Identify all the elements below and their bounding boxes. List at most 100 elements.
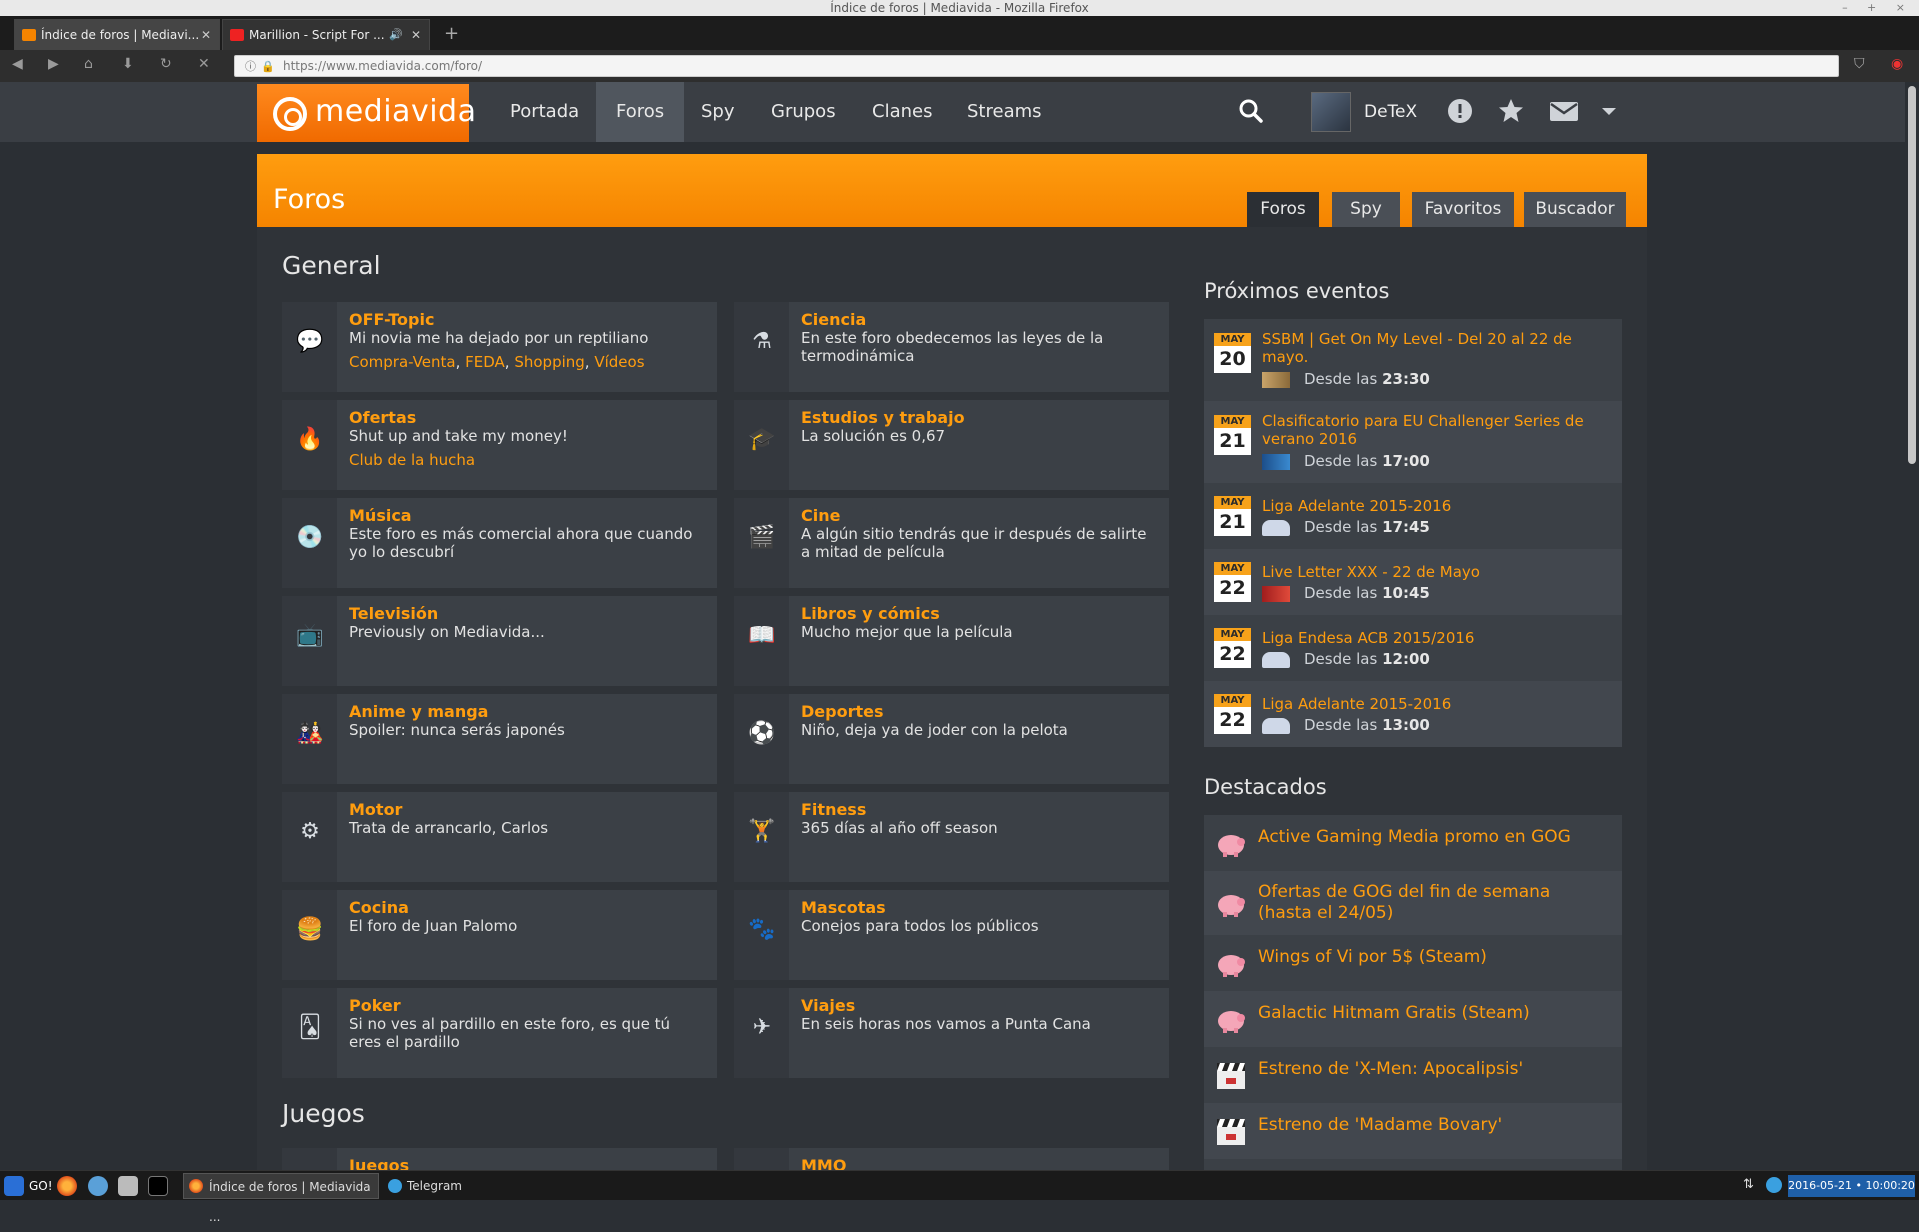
back-icon[interactable]: ◀ bbox=[12, 56, 23, 72]
event-title[interactable]: Liga Endesa ACB 2015/2016 bbox=[1262, 629, 1607, 647]
forum-title[interactable]: Motor bbox=[349, 800, 402, 819]
messages-envelope-icon[interactable] bbox=[1549, 98, 1579, 124]
subforum-link[interactable]: Vídeos bbox=[594, 353, 644, 371]
telegram-tray-icon[interactable] bbox=[1766, 1177, 1782, 1193]
event-item[interactable]: MAY 22 Live Letter XXX - 22 de Mayo Desd… bbox=[1204, 549, 1622, 615]
event-title[interactable]: Liga Adelante 2015-2016 bbox=[1262, 695, 1607, 713]
forum-card-offtopic[interactable]: 💬 OFF-Topic Mi novia me ha dejado por un… bbox=[282, 302, 717, 392]
event-title[interactable]: Liga Adelante 2015-2016 bbox=[1262, 497, 1607, 515]
forum-card-television[interactable]: 📺 Televisión Previously on Mediavida... bbox=[282, 596, 717, 686]
start-label[interactable]: GO! bbox=[29, 1171, 53, 1201]
forum-title[interactable]: Estudios y trabajo bbox=[801, 408, 965, 427]
browser-tab[interactable]: Marillion - Script For ... 🔊 ✕ bbox=[222, 19, 430, 50]
speaker-icon[interactable]: 🔊 bbox=[389, 20, 403, 50]
event-title[interactable]: Clasificatorio para EU Challenger Series… bbox=[1262, 412, 1607, 448]
notifications-icon[interactable] bbox=[1447, 98, 1473, 124]
file-manager-icon[interactable] bbox=[118, 1176, 138, 1196]
network-icon[interactable]: ⇅ bbox=[1743, 1177, 1754, 1192]
event-title[interactable]: SSBM | Get On My Level - Del 20 al 22 de… bbox=[1262, 330, 1607, 366]
stop-icon[interactable]: ✕ bbox=[198, 56, 210, 72]
reload-icon[interactable]: ↻ bbox=[160, 56, 172, 72]
terminal-icon[interactable] bbox=[148, 1176, 168, 1196]
forum-title[interactable]: Fitness bbox=[801, 800, 866, 819]
chevron-down-icon[interactable] bbox=[1600, 98, 1618, 124]
nav-spy[interactable]: Spy bbox=[681, 82, 755, 142]
event-item[interactable]: MAY 20 SSBM | Get On My Level - Del 20 a… bbox=[1204, 319, 1622, 401]
nav-foros[interactable]: Foros bbox=[596, 82, 685, 142]
forum-card-deportes[interactable]: ⚽ Deportes Niño, deja ya de joder con la… bbox=[734, 694, 1169, 784]
featured-item[interactable]: Active Gaming Media promo en GOG bbox=[1204, 815, 1622, 871]
site-logo[interactable]: mediavida bbox=[257, 84, 476, 142]
forum-title[interactable]: Libros y cómics bbox=[801, 604, 940, 623]
forum-title[interactable]: Ciencia bbox=[801, 310, 866, 329]
featured-item[interactable]: Wings of Vi por 5$ (Steam) bbox=[1204, 935, 1622, 991]
featured-item[interactable]: Estreno de 'X-Men: Apocalipsis' bbox=[1204, 1047, 1622, 1103]
featured-item[interactable]: Estreno de 'Madame Bovary' bbox=[1204, 1103, 1622, 1159]
forum-card-mascotas[interactable]: 🐾 Mascotas Conejos para todos los públic… bbox=[734, 890, 1169, 980]
forum-title[interactable]: Mascotas bbox=[801, 898, 886, 917]
forum-card-musica[interactable]: 💿 Música Este foro es más comercial ahor… bbox=[282, 498, 717, 588]
forum-card-fitness[interactable]: 🏋 Fitness 365 días al año off season bbox=[734, 792, 1169, 882]
page-scrollbar[interactable] bbox=[1905, 82, 1919, 1170]
forum-card-juegos[interactable]: 🎮 Juegos bbox=[282, 1148, 717, 1170]
tab-buscador[interactable]: Buscador bbox=[1524, 192, 1626, 227]
username[interactable]: DeTeX bbox=[1364, 82, 1417, 142]
avatar[interactable] bbox=[1311, 92, 1351, 132]
featured-link[interactable]: Galactic Hitmam Gratis (Steam) bbox=[1258, 1003, 1608, 1024]
forum-title[interactable]: Poker bbox=[349, 996, 401, 1015]
event-item[interactable]: MAY 21 Liga Adelante 2015-2016 Desde las… bbox=[1204, 483, 1622, 549]
tab-spy[interactable]: Spy bbox=[1332, 192, 1400, 227]
browser-tab-active[interactable]: Índice de foros | Mediavi... ✕ bbox=[14, 19, 220, 50]
window-controls[interactable]: – + × bbox=[1842, 0, 1913, 16]
forum-title[interactable]: Juegos bbox=[349, 1156, 409, 1170]
subforum-link[interactable]: Club de la hucha bbox=[349, 451, 475, 469]
start-menu-icon[interactable] bbox=[4, 1176, 24, 1196]
subforum-link[interactable]: Shopping bbox=[514, 353, 584, 371]
forum-title[interactable]: Ofertas bbox=[349, 408, 416, 427]
forum-card-anime[interactable]: 🎎 Anime y manga Spoiler: nunca serás jap… bbox=[282, 694, 717, 784]
forum-title[interactable]: Deportes bbox=[801, 702, 884, 721]
taskbar-task-telegram[interactable]: Telegram bbox=[385, 1173, 495, 1199]
favorites-star-icon[interactable] bbox=[1498, 98, 1524, 124]
nav-grupos[interactable]: Grupos bbox=[751, 82, 856, 142]
subforum-link[interactable]: FEDA bbox=[465, 353, 505, 371]
featured-link[interactable]: Ofertas de GOG del fin de semana (hasta … bbox=[1258, 882, 1608, 924]
taskbar-task-firefox[interactable]: Índice de foros | Mediavida ... bbox=[183, 1173, 379, 1224]
close-tab-icon[interactable]: ✕ bbox=[411, 20, 421, 50]
search-icon[interactable] bbox=[1238, 98, 1264, 124]
forum-title[interactable]: MMO bbox=[801, 1156, 846, 1170]
featured-item[interactable]: Ofertas de GOG del fin de semana (hasta … bbox=[1204, 871, 1622, 935]
download-icon[interactable]: ⬇ bbox=[122, 56, 134, 72]
forum-title[interactable]: Televisión bbox=[349, 604, 438, 623]
forum-card-libros[interactable]: 📖 Libros y cómics Mucho mejor que la pel… bbox=[734, 596, 1169, 686]
featured-link[interactable]: Estreno de 'Madame Bovary' bbox=[1258, 1115, 1608, 1136]
nav-portada[interactable]: Portada bbox=[490, 82, 599, 142]
event-title[interactable]: Live Letter XXX - 22 de Mayo bbox=[1262, 563, 1607, 581]
extension-icon[interactable]: ◉ bbox=[1891, 56, 1903, 72]
home-icon[interactable]: ⌂ bbox=[84, 56, 93, 72]
featured-link[interactable]: Active Gaming Media promo en GOG bbox=[1258, 827, 1608, 848]
forum-card-mmo[interactable]: ⚔ MMO bbox=[734, 1148, 1169, 1170]
forum-card-viajes[interactable]: ✈ Viajes En seis horas nos vamos a Punta… bbox=[734, 988, 1169, 1078]
forum-card-ciencia[interactable]: ⚗ Ciencia En este foro obedecemos las le… bbox=[734, 302, 1169, 392]
forum-card-ofertas[interactable]: 🔥 Ofertas Shut up and take my money! Clu… bbox=[282, 400, 717, 490]
forward-icon[interactable]: ▶ bbox=[48, 56, 59, 72]
forum-title[interactable]: Cine bbox=[801, 506, 840, 525]
featured-link[interactable]: Wings of Vi por 5$ (Steam) bbox=[1258, 947, 1608, 968]
event-item[interactable]: MAY 21 Clasificatorio para EU Challenger… bbox=[1204, 401, 1622, 483]
forum-card-estudios[interactable]: 🎓 Estudios y trabajo La solución es 0,67 bbox=[734, 400, 1169, 490]
forum-card-motor[interactable]: ⚙ Motor Trata de arrancarlo, Carlos bbox=[282, 792, 717, 882]
close-tab-icon[interactable]: ✕ bbox=[201, 20, 211, 50]
forum-title[interactable]: Cocina bbox=[349, 898, 409, 917]
featured-link[interactable]: Estreno de 'X-Men: Apocalipsis' bbox=[1258, 1059, 1608, 1080]
shield-icon[interactable]: ⛉ bbox=[1854, 56, 1865, 72]
featured-item[interactable]: Galactic Hitmam Gratis (Steam) bbox=[1204, 991, 1622, 1047]
thunderbird-icon[interactable] bbox=[88, 1176, 108, 1196]
new-tab-button[interactable]: + bbox=[444, 19, 459, 49]
info-icon[interactable]: ⓘ bbox=[245, 57, 256, 77]
forum-title[interactable]: Música bbox=[349, 506, 412, 525]
subforum-link[interactable]: Compra-Venta bbox=[349, 353, 456, 371]
firefox-icon[interactable] bbox=[57, 1176, 77, 1196]
url-bar[interactable]: ⓘ 🔒 https://www.mediavida.com/foro/ bbox=[234, 55, 1839, 77]
tab-favoritos[interactable]: Favoritos bbox=[1412, 192, 1514, 227]
